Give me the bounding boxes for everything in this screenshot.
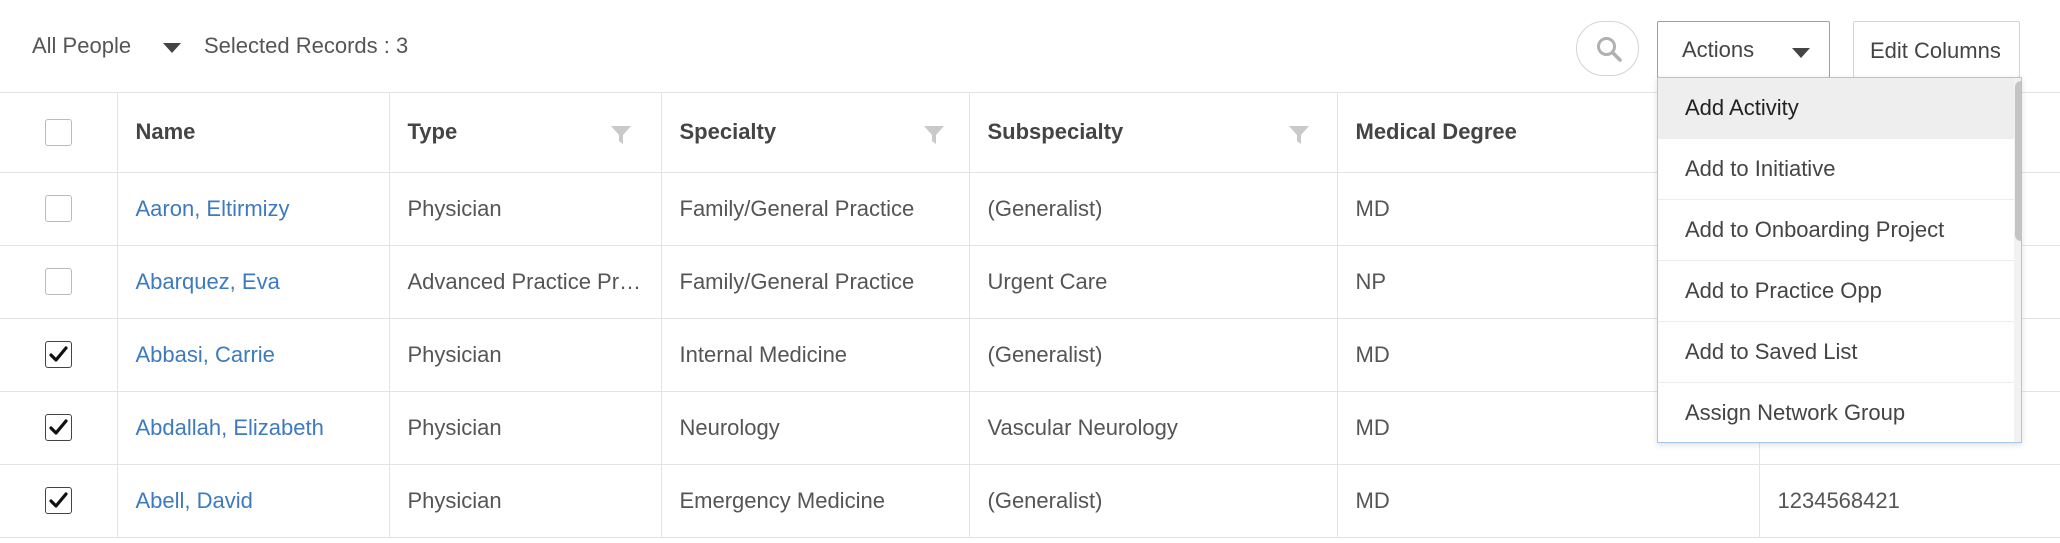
table-row[interactable]: Abell, David Physician Emergency Medicine(… (0, 464, 2060, 538)
menu-item-label: Add to Onboarding Project (1685, 217, 1945, 242)
specialty-cell: Internal Medicine (661, 318, 970, 392)
column-header-specialty[interactable]: Specialty (661, 93, 970, 173)
row-checkbox[interactable] (44, 268, 72, 296)
type-cell: Physician (389, 172, 662, 246)
menu-item-label: Assign Network Group (1685, 400, 1906, 425)
name-cell[interactable]: Abdallah, Elizabeth (117, 391, 390, 465)
menu-item-add-to-initiative[interactable]: Add to Initiative (1658, 139, 2014, 200)
menu-item-add-activity[interactable]: Add Activity (1658, 78, 2014, 139)
subspecialty-cell: Urgent Care (969, 245, 1338, 319)
search-icon (1597, 37, 1622, 62)
column-header-label: Name (135, 119, 196, 145)
actions-button[interactable]: Actions (1657, 21, 1830, 78)
column-header-name[interactable]: Name (117, 93, 390, 173)
menu-item-add-to-onboarding-project[interactable]: Add to Onboarding Project (1658, 200, 2014, 261)
hidden-column-cell: 1234568421 (1759, 464, 2060, 538)
name-cell[interactable]: Abell, David (117, 464, 390, 538)
subspecialty-cell: (Generalist) (969, 318, 1338, 392)
dropdown-scrollbar-thumb[interactable] (2015, 81, 2021, 241)
specialty-cell: Neurology (661, 391, 970, 465)
checkmark-icon (49, 346, 68, 362)
actions-button-label: Actions (1682, 37, 1755, 62)
column-header-type[interactable]: Type (389, 93, 662, 173)
selected-records-count: Selected Records : 3 (204, 33, 409, 58)
name-cell[interactable]: Abarquez, Eva (117, 245, 390, 319)
row-select-cell (0, 245, 118, 319)
specialty-cell: Family/General Practice (661, 245, 970, 319)
type-cell: Physician (389, 318, 662, 392)
select-all-cell (0, 93, 118, 173)
type-cell: Physician (389, 464, 662, 538)
row-checkbox[interactable] (44, 195, 72, 223)
subspecialty-cell: Vascular Neurology (969, 391, 1338, 465)
menu-item-label: Add Activity (1685, 95, 1799, 120)
type-cell: Advanced Practice Pr… (389, 245, 662, 319)
view-selector-label[interactable]: All People (32, 33, 131, 59)
chevron-down-icon (1792, 48, 1810, 58)
checkmark-icon (49, 492, 68, 508)
select-all-checkbox[interactable] (44, 119, 72, 147)
menu-item-add-to-saved-list[interactable]: Add to Saved List (1658, 322, 2014, 383)
menu-item-label: Add to Initiative (1685, 156, 1836, 181)
row-select-cell (0, 172, 118, 246)
filter-funnel-icon[interactable] (923, 126, 944, 144)
edit-columns-button[interactable]: Edit Columns (1853, 21, 2020, 78)
row-checkbox[interactable] (44, 341, 72, 369)
filter-funnel-icon[interactable] (610, 126, 631, 144)
row-checkbox[interactable] (44, 414, 72, 442)
row-select-cell (0, 464, 118, 538)
menu-item-assign-network-group[interactable]: Assign Network Group (1658, 383, 2014, 442)
filter-funnel-icon[interactable] (1288, 126, 1309, 144)
column-header-label: Medical Degree (1355, 119, 1517, 145)
menu-item-label: Add to Saved List (1685, 339, 1858, 364)
specialty-cell: Emergency Medicine (661, 464, 970, 538)
column-header-subspecialty[interactable]: Subspecialty (969, 93, 1338, 173)
subspecialty-cell: (Generalist) (969, 464, 1338, 538)
actions-dropdown-menu: Assign Network Group Add to Saved List Add… (1657, 77, 2022, 443)
name-cell[interactable]: Abbasi, Carrie (117, 318, 390, 392)
chevron-down-icon[interactable] (163, 43, 181, 53)
edit-columns-button-label: Edit Columns (1870, 38, 2001, 63)
column-header-label: Specialty (679, 119, 777, 145)
column-header-label: Subspecialty (987, 119, 1124, 145)
checkmark-icon (49, 419, 68, 435)
search-button[interactable] (1576, 21, 1639, 76)
menu-item-label: Add to Practice Opp (1685, 278, 1882, 303)
name-cell[interactable]: Aaron, Eltirmizy (117, 172, 390, 246)
column-header-label: Type (407, 119, 458, 145)
row-select-cell (0, 318, 118, 392)
row-checkbox[interactable] (44, 487, 72, 515)
medical-degree-cell: MD (1337, 464, 1760, 538)
menu-item-add-to-practice-opp[interactable]: Add to Practice Opp (1658, 261, 2014, 322)
subspecialty-cell: (Generalist) (969, 172, 1338, 246)
row-select-cell (0, 391, 118, 465)
type-cell: Physician (389, 391, 662, 465)
specialty-cell: Family/General Practice (661, 172, 970, 246)
